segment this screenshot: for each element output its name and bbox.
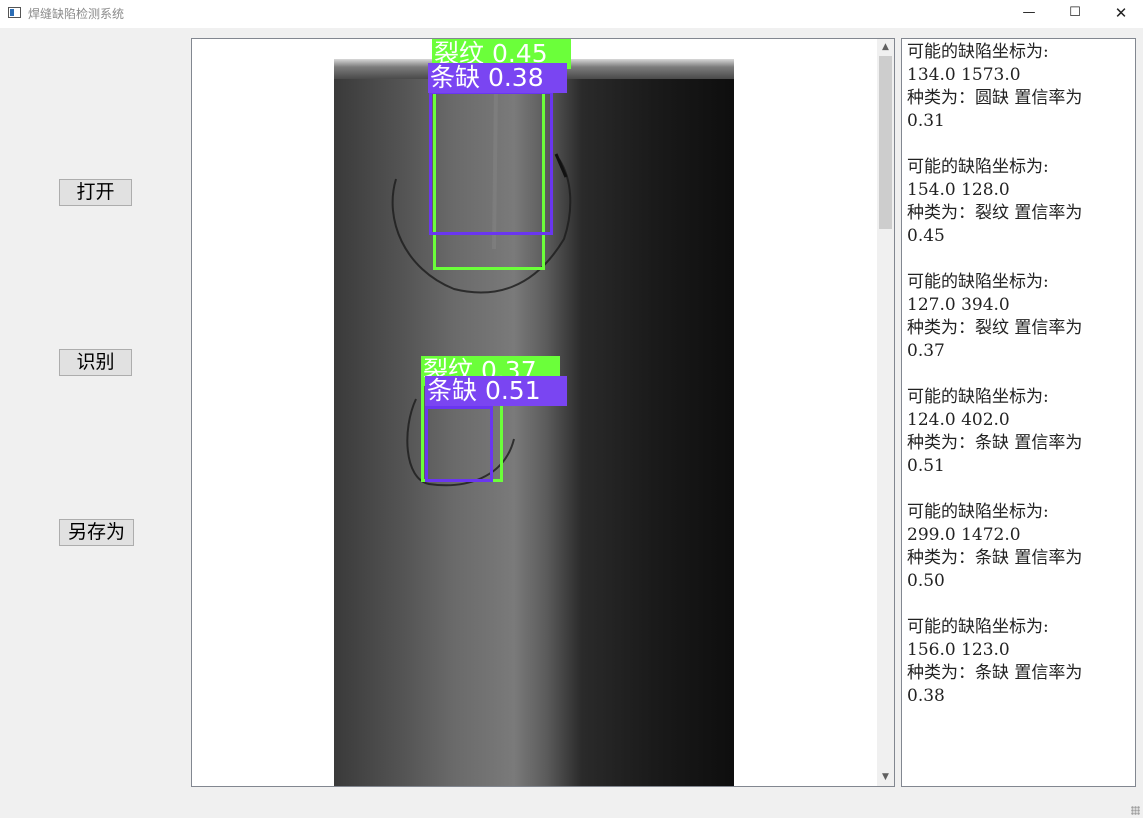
- image-viewer[interactable]: 裂纹 0.45 条缺 0.38 裂纹 0.37 条缺 0.51 ▲ ▼: [191, 38, 895, 787]
- result-type: 种类为：条缺 置信率为: [907, 433, 1083, 453]
- result-coords: 299.0 1472.0: [907, 525, 1021, 545]
- detection-box-strip-1: [429, 91, 553, 235]
- scroll-down-icon[interactable]: ▼: [877, 769, 894, 786]
- maximize-button[interactable]: ☐: [1052, 0, 1098, 28]
- scroll-up-icon[interactable]: ▲: [877, 39, 894, 56]
- app-icon: [8, 7, 21, 18]
- results-panel[interactable]: 可能的缺陷坐标为: 134.0 1573.0 种类为：圆缺 置信率为 0.31 …: [901, 38, 1136, 787]
- result-coords: 124.0 402.0: [907, 410, 1010, 430]
- result-entry: 可能的缺陷坐标为: 124.0 402.0 种类为：条缺 置信率为 0.51: [907, 386, 1135, 478]
- result-type: 种类为：裂纹 置信率为: [907, 318, 1083, 338]
- result-entry: 可能的缺陷坐标为: 127.0 394.0 种类为：裂纹 置信率为 0.37: [907, 271, 1135, 363]
- result-confidence: 0.45: [907, 226, 945, 246]
- result-coords: 156.0 123.0: [907, 640, 1010, 660]
- result-heading: 可能的缺陷坐标为:: [907, 272, 1049, 292]
- detection-label: 条缺 0.51: [425, 376, 567, 406]
- result-heading: 可能的缺陷坐标为:: [907, 42, 1049, 62]
- result-type: 种类为：条缺 置信率为: [907, 548, 1083, 568]
- result-heading: 可能的缺陷坐标为:: [907, 387, 1049, 407]
- result-entry: 可能的缺陷坐标为: 156.0 123.0 种类为：条缺 置信率为 0.38: [907, 616, 1135, 708]
- result-heading: 可能的缺陷坐标为:: [907, 157, 1049, 177]
- open-button[interactable]: 打开: [59, 179, 132, 206]
- result-entry: 可能的缺陷坐标为: 134.0 1573.0 种类为：圆缺 置信率为 0.31: [907, 41, 1135, 133]
- result-confidence: 0.50: [907, 571, 945, 591]
- detection-label: 条缺 0.38: [428, 63, 567, 93]
- result-confidence: 0.37: [907, 341, 945, 361]
- resize-grip-icon[interactable]: [1131, 806, 1140, 815]
- result-heading: 可能的缺陷坐标为:: [907, 617, 1049, 637]
- detect-button[interactable]: 识别: [59, 349, 132, 376]
- save-as-button[interactable]: 另存为: [59, 519, 134, 546]
- result-confidence: 0.51: [907, 456, 945, 476]
- result-type: 种类为：条缺 置信率为: [907, 663, 1083, 683]
- minimize-button[interactable]: —: [1006, 0, 1052, 28]
- result-confidence: 0.38: [907, 686, 945, 706]
- result-entry: 可能的缺陷坐标为: 299.0 1472.0 种类为：条缺 置信率为 0.50: [907, 501, 1135, 593]
- detection-box-strip-2: [425, 406, 493, 482]
- vertical-scrollbar[interactable]: ▲ ▼: [877, 39, 894, 786]
- result-type: 种类为：圆缺 置信率为: [907, 88, 1083, 108]
- result-entry: 可能的缺陷坐标为: 154.0 128.0 种类为：裂纹 置信率为 0.45: [907, 156, 1135, 248]
- window-title: 焊缝缺陷检测系统: [28, 7, 125, 21]
- title-bar: 焊缝缺陷检测系统 — ☐ ✕: [0, 0, 1143, 28]
- scrollbar-thumb[interactable]: [879, 56, 892, 229]
- result-coords: 127.0 394.0: [907, 295, 1010, 315]
- close-button[interactable]: ✕: [1098, 0, 1143, 28]
- result-type: 种类为：裂纹 置信率为: [907, 203, 1083, 223]
- result-coords: 154.0 128.0: [907, 180, 1010, 200]
- result-confidence: 0.31: [907, 111, 945, 131]
- result-coords: 134.0 1573.0: [907, 65, 1021, 85]
- result-heading: 可能的缺陷坐标为:: [907, 502, 1049, 522]
